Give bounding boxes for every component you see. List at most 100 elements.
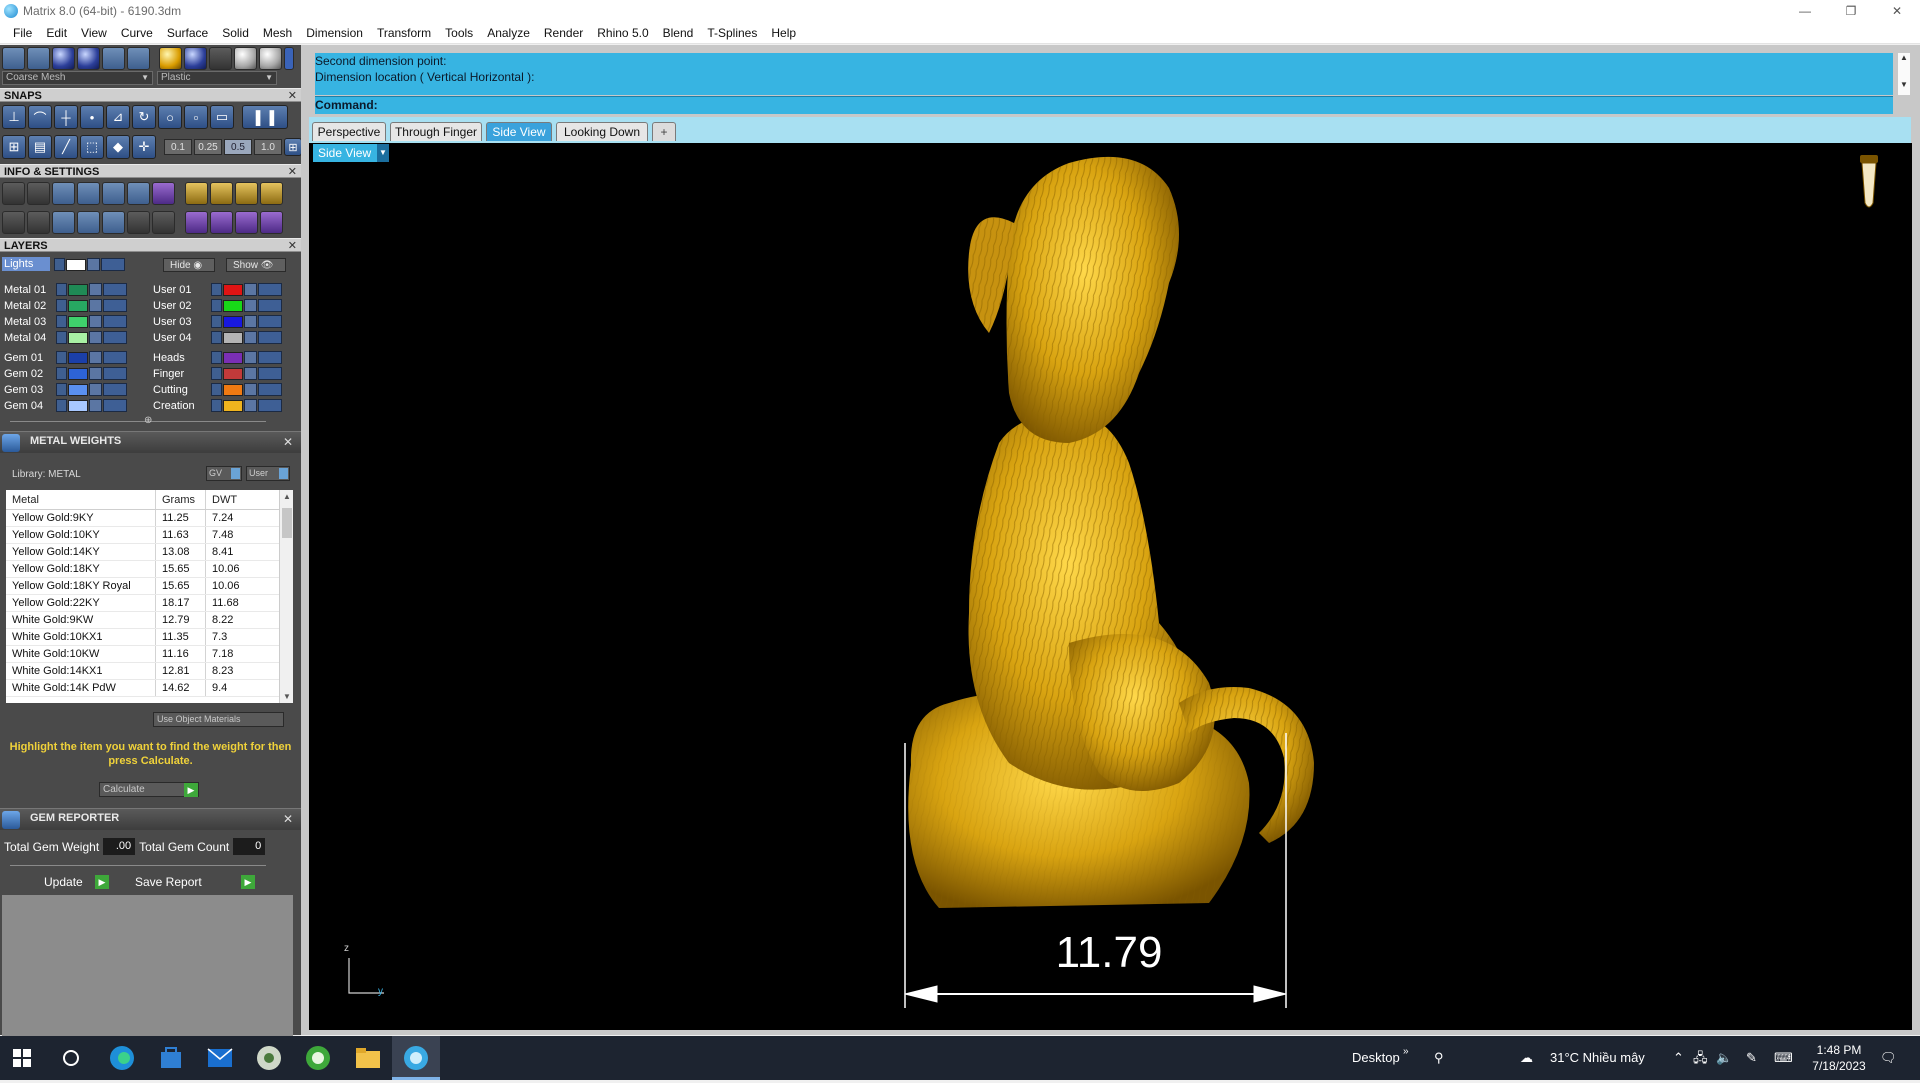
layer-color-swatch[interactable] <box>223 367 243 380</box>
layer-visibility-icon[interactable] <box>258 283 282 296</box>
column-header-metal[interactable]: Metal <box>6 490 156 509</box>
search-button[interactable] <box>55 1042 87 1074</box>
table-row[interactable]: Yellow Gold:22KY 18.17 11.68 <box>6 595 285 612</box>
side-view-viewport[interactable]: 11.79 z y <box>309 143 1912 1030</box>
weather-text[interactable]: 31°C Nhiều mây <box>1550 1036 1645 1080</box>
layer-name[interactable]: Metal 01 <box>4 284 56 296</box>
scroll-down-icon[interactable]: ▼ <box>1898 80 1910 89</box>
gumball-icon[interactable]: ✛ <box>132 135 156 159</box>
taskbar-matrix-active[interactable] <box>392 1036 440 1080</box>
silver-material-icon[interactable] <box>234 47 257 70</box>
restore-button[interactable]: ❐ <box>1828 0 1874 22</box>
layer-name[interactable]: Metal 03 <box>4 316 56 328</box>
osnap-icon[interactable]: ⬚ <box>80 135 104 159</box>
gv-button[interactable]: GV <box>206 466 242 481</box>
table-scrollbar[interactable]: ▲ ▼ <box>279 490 293 703</box>
table-row[interactable]: Yellow Gold:10KY 11.63 7.48 <box>6 527 285 544</box>
table-row[interactable]: White Gold:10KX1 11.35 7.3 <box>6 629 285 646</box>
snap-mid-icon[interactable]: • <box>80 105 104 129</box>
lock-icon[interactable] <box>244 283 257 296</box>
taskbar-store[interactable] <box>155 1042 187 1074</box>
window-single-icon[interactable] <box>27 211 50 234</box>
menu-blend[interactable]: Blend <box>656 22 701 44</box>
layer-expand-icon[interactable] <box>54 258 65 271</box>
snap-center-icon[interactable]: ○ <box>158 105 182 129</box>
close-icon[interactable]: ✕ <box>283 435 293 449</box>
menu-rhino[interactable]: Rhino 5.0 <box>590 22 655 44</box>
taskbar-app-green[interactable] <box>302 1042 334 1074</box>
settings-gear-icon[interactable] <box>2 182 25 205</box>
smarttrack-icon[interactable]: ◆ <box>106 135 130 159</box>
table-row[interactable]: Yellow Gold:18KY 15.65 10.06 <box>6 561 285 578</box>
render-settings-icon[interactable] <box>127 47 150 70</box>
box-icon[interactable] <box>77 182 100 205</box>
lock-icon[interactable] <box>89 331 102 344</box>
layer-visibility-icon[interactable] <box>103 283 127 296</box>
tab-side-view[interactable]: Side View <box>486 122 552 141</box>
close-icon[interactable]: ✕ <box>288 239 297 253</box>
scroll-up-icon[interactable]: ▲ <box>1898 53 1910 62</box>
layer-color-swatch[interactable] <box>223 331 243 344</box>
lights-layer[interactable]: Lights <box>2 257 50 271</box>
layer-visibility-icon[interactable] <box>258 399 282 412</box>
lock-icon[interactable] <box>244 299 257 312</box>
grid-view-icon[interactable] <box>2 47 25 70</box>
show-all-button[interactable]: Show 👁 <box>226 258 286 272</box>
layer-color-swatch[interactable] <box>66 258 86 271</box>
menu-render[interactable]: Render <box>537 22 590 44</box>
minimize-button[interactable]: — <box>1782 0 1828 22</box>
ortho-icon[interactable]: ▤ <box>28 135 52 159</box>
snap-end-icon[interactable]: ⊥ <box>2 105 26 129</box>
close-icon[interactable]: ✕ <box>288 165 297 179</box>
layer-visibility-icon[interactable] <box>258 315 282 328</box>
lock-icon[interactable] <box>244 351 257 364</box>
layer-expand-icon[interactable] <box>56 299 67 312</box>
close-button[interactable]: ✕ <box>1874 0 1920 22</box>
grid-snap-icon[interactable]: ⊞ <box>2 135 26 159</box>
layer-color-swatch[interactable] <box>68 367 88 380</box>
layer-visibility-icon[interactable] <box>103 399 127 412</box>
toolbar-expand-icon[interactable] <box>284 47 294 70</box>
snap-tan-icon[interactable]: ↻ <box>132 105 156 129</box>
menu-solid[interactable]: Solid <box>215 22 256 44</box>
layer-color-swatch[interactable] <box>223 351 243 364</box>
environment-icon[interactable] <box>102 47 125 70</box>
menu-analyze[interactable]: Analyze <box>480 22 537 44</box>
table-row[interactable]: Yellow Gold:14KY 13.08 8.41 <box>6 544 285 561</box>
layer-color-swatch[interactable] <box>223 315 243 328</box>
menu-tools[interactable]: Tools <box>438 22 480 44</box>
layer-expand-icon[interactable] <box>211 351 222 364</box>
notifications-icon[interactable]: 🗨 <box>1880 1036 1897 1080</box>
use-object-materials-button[interactable]: Use Object Materials <box>153 712 284 727</box>
keyboard-icon[interactable]: ⌨ <box>1774 1036 1793 1080</box>
taskbar-file-explorer[interactable] <box>352 1042 384 1074</box>
column-header-grams[interactable]: Grams <box>156 490 206 509</box>
lock-icon[interactable] <box>89 315 102 328</box>
chevron-down-icon[interactable]: ▼ <box>377 144 389 162</box>
layer-expand-icon[interactable] <box>56 331 67 344</box>
menu-help[interactable]: Help <box>764 22 803 44</box>
table-row[interactable]: White Gold:14K PdW 14.62 9.4 <box>6 680 285 697</box>
table-row[interactable]: Yellow Gold:18KY Royal 15.65 10.06 <box>6 578 285 595</box>
layer-color-swatch[interactable] <box>68 331 88 344</box>
toolbar-overflow-icon[interactable]: » <box>1403 1030 1409 1074</box>
pen-tool-icon[interactable] <box>185 182 208 205</box>
lock-icon[interactable] <box>89 351 102 364</box>
box-3d-icon[interactable] <box>77 211 100 234</box>
update-arrow-icon[interactable]: ▶ <box>95 875 109 889</box>
snap-near-icon[interactable]: ⌒ <box>28 105 52 129</box>
planar-icon[interactable]: ╱ <box>54 135 78 159</box>
layer-name[interactable]: Gem 01 <box>4 352 56 364</box>
taskbar-app-flower[interactable] <box>253 1042 285 1074</box>
layer-visibility-icon[interactable] <box>103 351 127 364</box>
snap-value-05[interactable]: 0.5 <box>224 139 252 155</box>
snap-value-025[interactable]: 0.25 <box>194 139 222 155</box>
layer-expand-icon[interactable] <box>211 399 222 412</box>
menu-transform[interactable]: Transform <box>370 22 438 44</box>
layer-visibility-icon[interactable] <box>103 299 127 312</box>
layer-name[interactable]: User 03 <box>153 316 211 328</box>
layer-expand-icon[interactable] <box>211 299 222 312</box>
lock-icon[interactable] <box>244 399 257 412</box>
menu-surface[interactable]: Surface <box>160 22 215 44</box>
lock-icon[interactable] <box>89 399 102 412</box>
